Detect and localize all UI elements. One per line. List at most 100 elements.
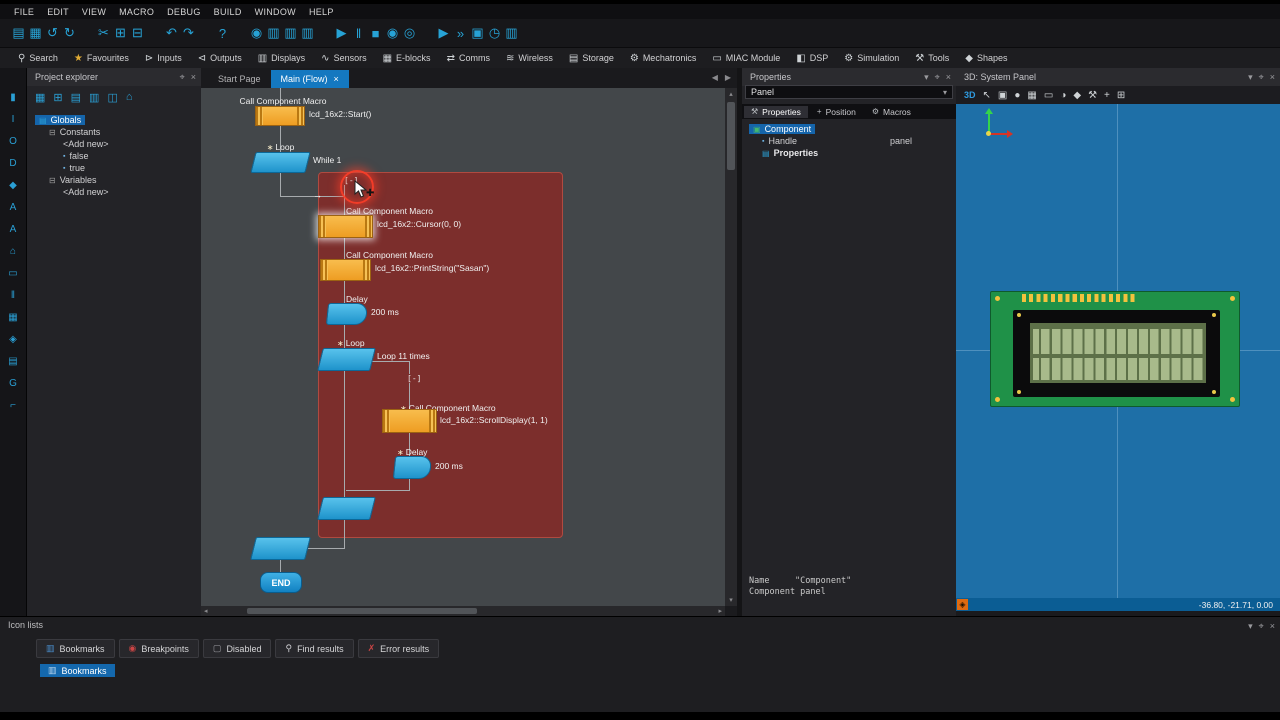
flow-icon[interactable]: ⌂ bbox=[10, 246, 16, 257]
flow-icon[interactable]: D bbox=[9, 158, 16, 169]
tab-main-flow[interactable]: Main (Flow) × bbox=[270, 70, 349, 88]
tree-item-variables[interactable]: ⊟ Variables bbox=[27, 174, 201, 186]
toolbar-icon[interactable]: ◉ bbox=[248, 25, 265, 41]
ribbon-group[interactable]: ⇄ Comms bbox=[439, 53, 498, 64]
scroll-right-icon[interactable]: ▸ bbox=[718, 607, 722, 615]
horizontal-scrollbar[interactable]: ◂ ▸ bbox=[201, 606, 725, 616]
toolbar-icon[interactable]: ◎ bbox=[401, 25, 418, 41]
toolbar-icon[interactable]: ⊞ bbox=[112, 25, 129, 41]
toolbar-icon[interactable]: ↷ bbox=[180, 25, 197, 41]
view-3d-label[interactable]: 3D bbox=[964, 90, 976, 100]
close-icon[interactable]: × bbox=[191, 72, 196, 82]
toolbar-icon[interactable]: ▥ bbox=[282, 25, 299, 41]
icon-list-tab[interactable]: ⚲ Find results bbox=[275, 639, 354, 658]
project-toolbar-icon[interactable]: ⊞ bbox=[53, 91, 62, 104]
menu-item[interactable]: WINDOW bbox=[255, 7, 296, 17]
flow-icon[interactable]: I bbox=[12, 114, 15, 125]
view-3d-tool-icon[interactable]: ▭ bbox=[1044, 90, 1053, 101]
view-3d-tool-icon[interactable]: ◑ bbox=[1060, 90, 1066, 101]
tab-scroll-left-icon[interactable]: ◀ bbox=[712, 73, 718, 82]
ribbon-group[interactable]: ∿ Sensors bbox=[313, 53, 374, 64]
toolbar-icon[interactable]: ◉ bbox=[384, 25, 401, 41]
tree-item-properties[interactable]: ▤ Properties bbox=[742, 147, 956, 159]
while-loop-end-node[interactable] bbox=[250, 537, 311, 560]
close-icon[interactable]: × bbox=[1270, 72, 1275, 82]
toolbar-icon[interactable]: ↺ bbox=[44, 25, 61, 41]
tree-item-add-new-variable[interactable]: <Add new> bbox=[27, 186, 201, 198]
flow-icon[interactable]: A bbox=[10, 202, 17, 213]
close-icon[interactable]: × bbox=[1270, 621, 1275, 631]
properties-tab[interactable]: ⚙ Macros bbox=[865, 106, 918, 118]
flow-icon[interactable]: ⌐ bbox=[10, 400, 16, 411]
toolbar-icon[interactable]: ■ bbox=[367, 26, 384, 41]
toolbar-icon[interactable]: ▥ bbox=[503, 25, 520, 41]
toolbar-icon[interactable]: ▥ bbox=[265, 25, 282, 41]
flow-icon[interactable]: O bbox=[9, 136, 17, 147]
call-macro-scrolldisplay-node[interactable] bbox=[382, 409, 437, 433]
menu-item[interactable]: BUILD bbox=[214, 7, 242, 17]
scroll-left-icon[interactable]: ◂ bbox=[204, 607, 208, 615]
tab-scroll-right-icon[interactable]: ▶ bbox=[725, 73, 731, 82]
scroll-down-icon[interactable]: ▾ bbox=[725, 596, 737, 604]
tab-start-page[interactable]: Start Page bbox=[208, 70, 271, 88]
flow-icon[interactable]: ▭ bbox=[8, 268, 17, 279]
ribbon-group[interactable]: ◆ Shapes bbox=[957, 53, 1015, 64]
view-3d-tool-icon[interactable]: ● bbox=[1014, 90, 1020, 101]
scrollbar-thumb[interactable] bbox=[727, 102, 735, 170]
call-macro-printstring-node[interactable] bbox=[320, 259, 371, 281]
close-icon[interactable]: × bbox=[946, 72, 951, 82]
delay-node[interactable] bbox=[325, 303, 369, 325]
project-toolbar-icon[interactable]: ◫ bbox=[107, 91, 117, 104]
toolbar-icon[interactable]: ▣ bbox=[469, 25, 486, 41]
pin-icon[interactable]: ⌖ bbox=[180, 72, 185, 83]
flow-icon[interactable]: ▦ bbox=[8, 312, 17, 323]
ribbon-group[interactable]: ⚙ Simulation bbox=[836, 53, 907, 64]
menu-item[interactable]: MACRO bbox=[119, 7, 154, 17]
view-3d-tool-icon[interactable]: ▦ bbox=[1027, 90, 1036, 101]
view-3d-tool-icon[interactable]: ⊞ bbox=[1117, 90, 1125, 101]
flow-icon[interactable]: ◈ bbox=[9, 334, 17, 345]
handle-value[interactable]: panel bbox=[890, 136, 912, 146]
project-toolbar-icon[interactable]: ▤ bbox=[71, 91, 81, 104]
tree-item-handle[interactable]: ▪ Handle panel bbox=[742, 135, 956, 147]
end-node[interactable]: END bbox=[260, 572, 302, 593]
lcd-component-board[interactable] bbox=[990, 291, 1240, 407]
while-loop-node[interactable] bbox=[250, 152, 311, 173]
view-3d-tool-icon[interactable]: + bbox=[1104, 90, 1110, 101]
toolbar-icon[interactable]: ✂ bbox=[95, 25, 112, 41]
simulation-viewport[interactable] bbox=[956, 104, 1280, 598]
tree-item-false[interactable]: ▪ false bbox=[27, 150, 201, 162]
flow-icon[interactable]: A bbox=[10, 224, 17, 235]
ribbon-group[interactable]: ⊳ Inputs bbox=[137, 53, 190, 64]
flow-icon[interactable]: G bbox=[9, 378, 17, 389]
icon-list-tab[interactable]: ▥ Bookmarks bbox=[36, 639, 115, 658]
toolbar-icon[interactable]: ↶ bbox=[163, 25, 180, 41]
icon-list-tab[interactable]: ▢ Disabled bbox=[202, 639, 272, 658]
menu-item[interactable]: DEBUG bbox=[167, 7, 201, 17]
toolbar-icon[interactable]: ▶ bbox=[333, 25, 350, 41]
toolbar-icon[interactable]: ◷ bbox=[486, 25, 503, 41]
collapse-toggle[interactable]: [-] bbox=[406, 374, 423, 383]
flow-icon[interactable]: ‖ bbox=[11, 290, 15, 301]
count-loop-node[interactable] bbox=[317, 348, 376, 371]
ribbon-group[interactable]: ◧ DSP bbox=[788, 53, 836, 64]
count-loop-end-node[interactable] bbox=[317, 497, 376, 520]
collapse-icon[interactable]: ▾ bbox=[924, 72, 929, 83]
toolbar-icon[interactable]: ‖ bbox=[350, 26, 367, 41]
collapse-icon[interactable]: ▾ bbox=[1248, 72, 1253, 83]
toolbar-icon[interactable]: ▥ bbox=[299, 25, 316, 41]
view-3d-tool-icon[interactable]: ▣ bbox=[998, 90, 1007, 101]
view-3d-tool-icon[interactable]: ◆ bbox=[1073, 90, 1081, 101]
expander-icon[interactable]: ⊟ bbox=[49, 128, 56, 137]
collapse-icon[interactable]: ▾ bbox=[1248, 621, 1253, 632]
toolbar-icon[interactable]: ↻ bbox=[61, 25, 78, 41]
ribbon-group[interactable]: ★ Favourites bbox=[66, 53, 137, 64]
menu-item[interactable]: EDIT bbox=[47, 7, 69, 17]
menu-item[interactable]: VIEW bbox=[82, 7, 106, 17]
ribbon-group[interactable]: ⚲ Search bbox=[10, 53, 66, 64]
ribbon-group[interactable]: ≋ Wireless bbox=[498, 53, 561, 64]
tree-item-true[interactable]: ▪ true bbox=[27, 162, 201, 174]
toolbar-icon[interactable]: ? bbox=[214, 26, 231, 41]
flow-icon[interactable]: ▤ bbox=[8, 356, 17, 367]
tree-item-constants[interactable]: ⊟ Constants bbox=[27, 126, 201, 138]
